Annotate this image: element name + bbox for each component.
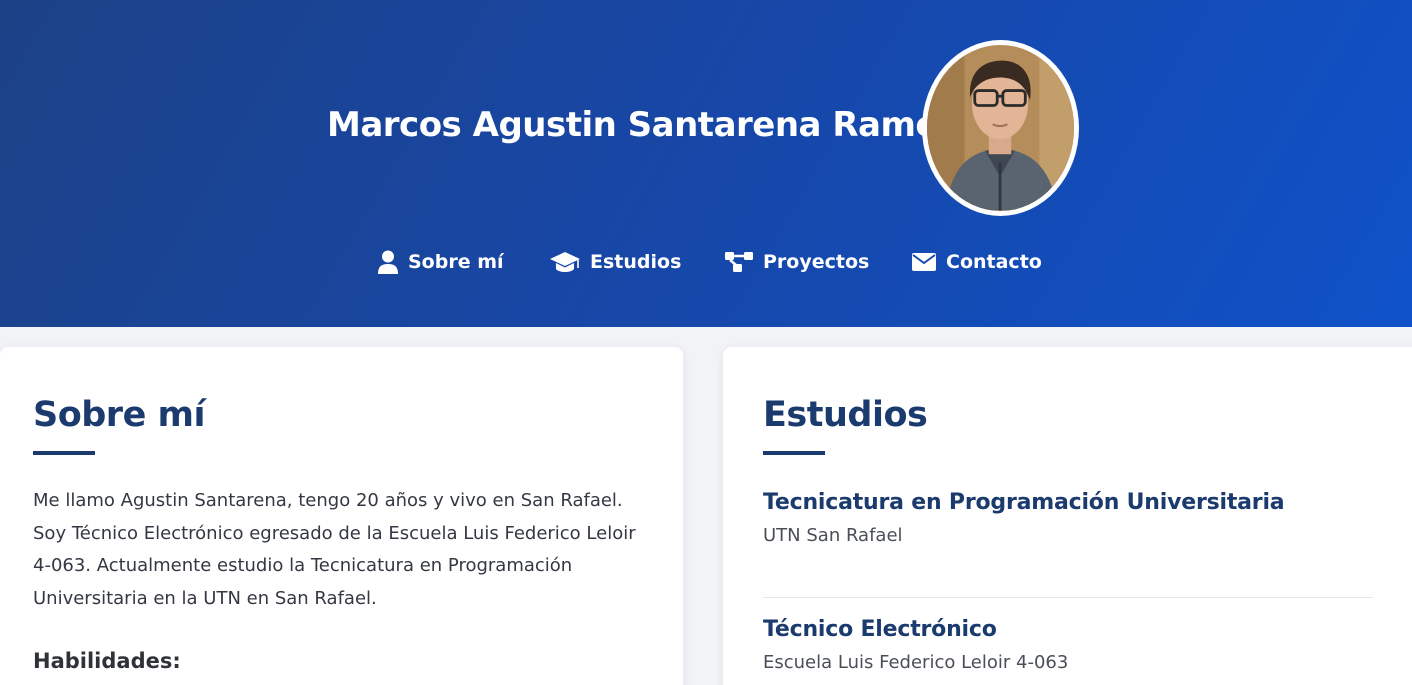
envelope-icon [911, 251, 937, 273]
study-school: Escuela Luis Federico Leloir 4-063 [763, 652, 1069, 673]
study-item: Tecnicatura en Programación Universitari… [763, 490, 1373, 546]
project-diagram-icon [724, 250, 754, 274]
skills-title: Habilidades: [33, 649, 181, 673]
study-title: Tecnicatura en Programación Universitari… [763, 490, 1285, 515]
main-nav: Sobre mí Estudios Proyectos Contacto [0, 244, 1412, 280]
study-divider [763, 597, 1373, 598]
nav-item-proyectos[interactable]: Proyectos [724, 244, 869, 280]
about-text: Me llamo Agustin Santarena, tengo 20 año… [33, 490, 636, 609]
profile-name: Marcos Agustin Santarena Ramos [327, 105, 958, 145]
studies-title-underline [763, 451, 825, 455]
study-title: Técnico Electrónico [763, 617, 997, 642]
graduation-cap-icon [549, 250, 581, 274]
nav-label-proyectos: Proyectos [763, 251, 870, 273]
nav-label-contacto: Contacto [946, 251, 1042, 273]
study-item: Técnico Electrónico Escuela Luis Federic… [763, 617, 1373, 673]
header-banner: Marcos Agustin Santarena Ramos Sobre mí … [0, 0, 1412, 327]
avatar-photo [927, 45, 1074, 211]
user-icon [377, 250, 399, 274]
study-school: UTN San Rafael [763, 525, 903, 546]
about-title-underline [33, 451, 95, 455]
nav-label-estudios: Estudios [590, 251, 682, 273]
nav-label-sobre-mi: Sobre mí [408, 251, 504, 273]
about-title: Sobre mí [33, 395, 205, 435]
nav-item-contacto[interactable]: Contacto [911, 244, 1042, 280]
about-card: Sobre mí Me llamo Agustin Santarena, ten… [0, 347, 683, 685]
studies-title: Estudios [763, 395, 928, 435]
studies-card: Estudios Tecnicatura en Programación Uni… [723, 347, 1412, 685]
nav-item-estudios[interactable]: Estudios [549, 244, 681, 280]
nav-item-sobre-mi[interactable]: Sobre mí [377, 244, 504, 280]
profile-avatar [922, 40, 1079, 216]
